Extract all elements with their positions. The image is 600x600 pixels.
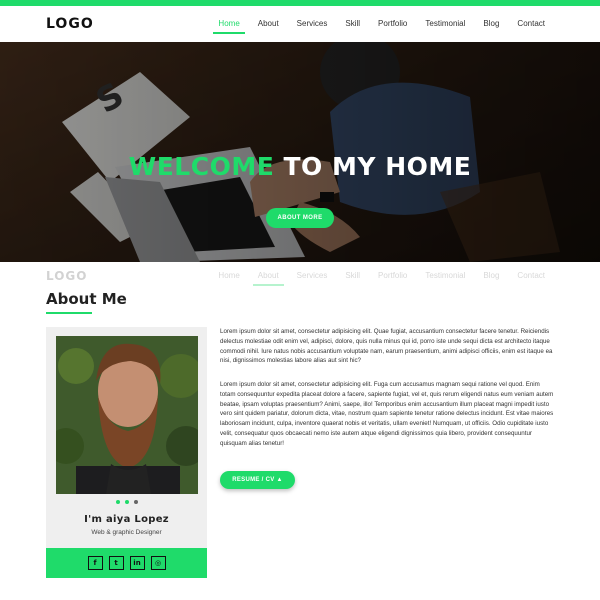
social-links: f t in ◎ — [46, 548, 207, 578]
resume-cv-label: RESUME / CV — [232, 477, 275, 483]
hero-title: WELCOME TO MY HOME — [0, 152, 600, 181]
faded-nav-item-blog: Blog — [483, 271, 500, 280]
hero-title-rest: TO MY HOME — [274, 152, 472, 181]
resume-cv-button[interactable]: RESUME / CV ▲ — [220, 471, 295, 489]
faded-nav-item-services: Services — [296, 271, 328, 280]
hero-section: S WELCOME TO MY HOME ABOUT MORE — [0, 42, 600, 262]
faded-nav-item-contact: Contact — [517, 271, 545, 280]
faded-navbar: LOGO Home About Services Skill Portfolio… — [0, 262, 600, 290]
instagram-icon[interactable]: ◎ — [150, 556, 166, 570]
carousel-dot[interactable] — [133, 500, 138, 504]
twitter-icon[interactable]: t — [108, 556, 124, 570]
nav-item-services[interactable]: Services — [288, 6, 337, 42]
linkedin-icon[interactable]: in — [129, 556, 145, 570]
faded-nav-item-testimonial: Testimonial — [425, 271, 466, 280]
nav-item-blog[interactable]: Blog — [474, 6, 508, 42]
nav-item-portfolio[interactable]: Portfolio — [369, 6, 416, 42]
faded-nav-item-home: Home — [218, 271, 240, 280]
about-paragraph-2: Lorem ipsum dolor sit amet, consectetur … — [220, 381, 554, 447]
profile-card: I'm aiya Lopez Web & graphic Designer f … — [46, 327, 207, 578]
logo[interactable]: LOGO — [46, 16, 94, 32]
download-icon: ▲ — [276, 477, 283, 483]
faded-nav-item-skill: Skill — [345, 271, 361, 280]
nav-item-skill[interactable]: Skill — [336, 6, 369, 42]
hero-title-accent: WELCOME — [128, 152, 275, 181]
nav-item-contact[interactable]: Contact — [508, 6, 554, 42]
nav-item-about[interactable]: About — [249, 6, 288, 42]
faded-nav-item-about: About — [249, 262, 288, 290]
about-more-button[interactable]: ABOUT MORE — [266, 208, 334, 228]
nav-menu: Home About Services Skill Portfolio Test… — [209, 6, 554, 42]
nav-item-testimonial[interactable]: Testimonial — [416, 6, 474, 42]
carousel-dots — [46, 500, 207, 504]
facebook-icon[interactable]: f — [87, 556, 103, 570]
faded-logo: LOGO — [46, 269, 88, 283]
about-title: About Me — [46, 290, 127, 308]
about-paragraph-1: Lorem ipsum dolor sit amet, consectetur … — [220, 328, 553, 365]
nav-item-home[interactable]: Home — [209, 6, 248, 42]
carousel-dot[interactable] — [115, 500, 120, 504]
profile-role: Web & graphic Designer — [91, 529, 162, 536]
carousel-dot[interactable] — [124, 500, 129, 504]
about-title-underline — [46, 312, 92, 314]
profile-name: I'm aiya Lopez — [84, 514, 169, 525]
profile-photo — [56, 336, 198, 494]
faded-nav-item-portfolio: Portfolio — [378, 271, 408, 280]
main-navbar: LOGO Home About Services Skill Portfolio… — [0, 6, 600, 42]
faded-nav-menu: Home About Services Skill Portfolio Test… — [209, 262, 554, 290]
